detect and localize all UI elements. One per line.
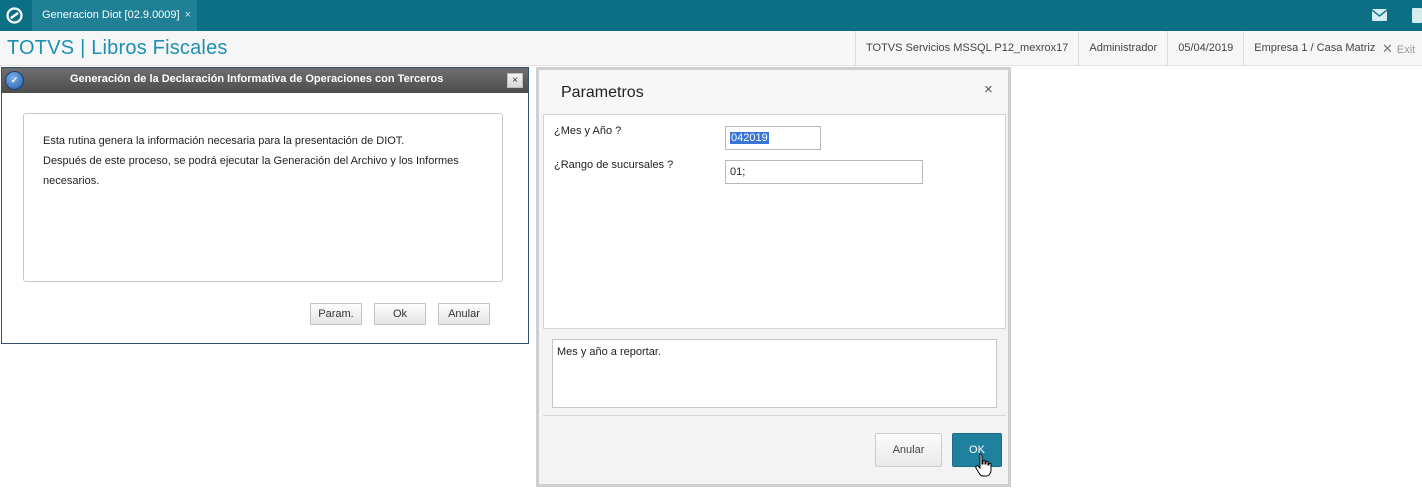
description-line-2: Después de este proceso, se podrá ejecut… [43,155,459,167]
parameters-dialog-title: Parametros [561,84,644,101]
parameters-close-button[interactable]: × [984,81,993,98]
cancel-button[interactable]: Anular [438,303,490,325]
diot-dialog-title: Generación de la Declaración Informativa… [70,73,444,85]
tab-label: Generacion Diot [02.9.0009] [42,9,180,21]
param-button[interactable]: Param. [310,303,362,325]
tab-generacion-diot[interactable]: Generacion Diot [02.9.0009] × [32,0,197,31]
exit-label: Exit [1396,44,1416,56]
top-bar: Generacion Diot [02.9.0009] × [0,0,1422,31]
exit-button[interactable]: ✕ Exit [1382,31,1415,66]
month-year-value: 042019 [730,132,769,144]
month-year-label: ¿Mes y Año ? [554,125,622,137]
diot-dialog-titlebar[interactable]: ✓ Generación de la Declaración Informati… [2,68,528,93]
diot-description: Esta rutina genera la información necesa… [23,113,503,282]
param-cancel-button[interactable]: Anular [875,433,942,467]
server-info: TOTVS Servicios MSSQL P12_mexrox17 [855,31,1078,66]
parameters-dialog-header: Parametros × [539,70,1008,114]
parameters-dialog: Parametros × ¿Mes y Año ? 042019 ¿Rango … [536,67,1011,487]
ok-button[interactable]: Ok [374,303,426,325]
company-info[interactable]: Empresa 1 / Casa Matriz [1243,31,1385,66]
date-info: 05/04/2019 [1167,31,1243,66]
parameter-help-text: Mes y año a reportar. [552,339,997,408]
mail-icon[interactable] [1372,9,1387,21]
user-info: Administrador [1078,31,1167,66]
session-info: TOTVS Servicios MSSQL P12_mexrox17 Admin… [855,31,1385,66]
totvs-logo-icon[interactable] [5,6,24,25]
hand-cursor-icon [975,453,992,477]
branch-range-label: ¿Rango de sucursales ? [554,159,674,171]
app-icon: ✓ [5,71,24,90]
notification-icon[interactable] [1410,8,1422,23]
description-line-3: necesarios. [43,175,100,187]
branch-range-input[interactable]: 01; [725,160,923,184]
divider [543,415,1006,416]
tab-close-icon[interactable]: × [185,0,191,31]
parameters-form: ¿Mes y Año ? 042019 ¿Rango de sucursales… [543,114,1006,329]
description-line-1: Esta rutina genera la información necesa… [43,135,405,147]
app-header: TOTVS | Libros Fiscales TOTVS Servicios … [0,31,1422,66]
close-icon: ✕ [1382,41,1393,56]
diot-dialog: ✓ Generación de la Declaración Informati… [1,67,529,344]
month-year-input[interactable]: 042019 [725,126,821,150]
page-title: TOTVS | Libros Fiscales [7,37,228,59]
diot-dialog-close-button[interactable]: × [507,73,523,88]
